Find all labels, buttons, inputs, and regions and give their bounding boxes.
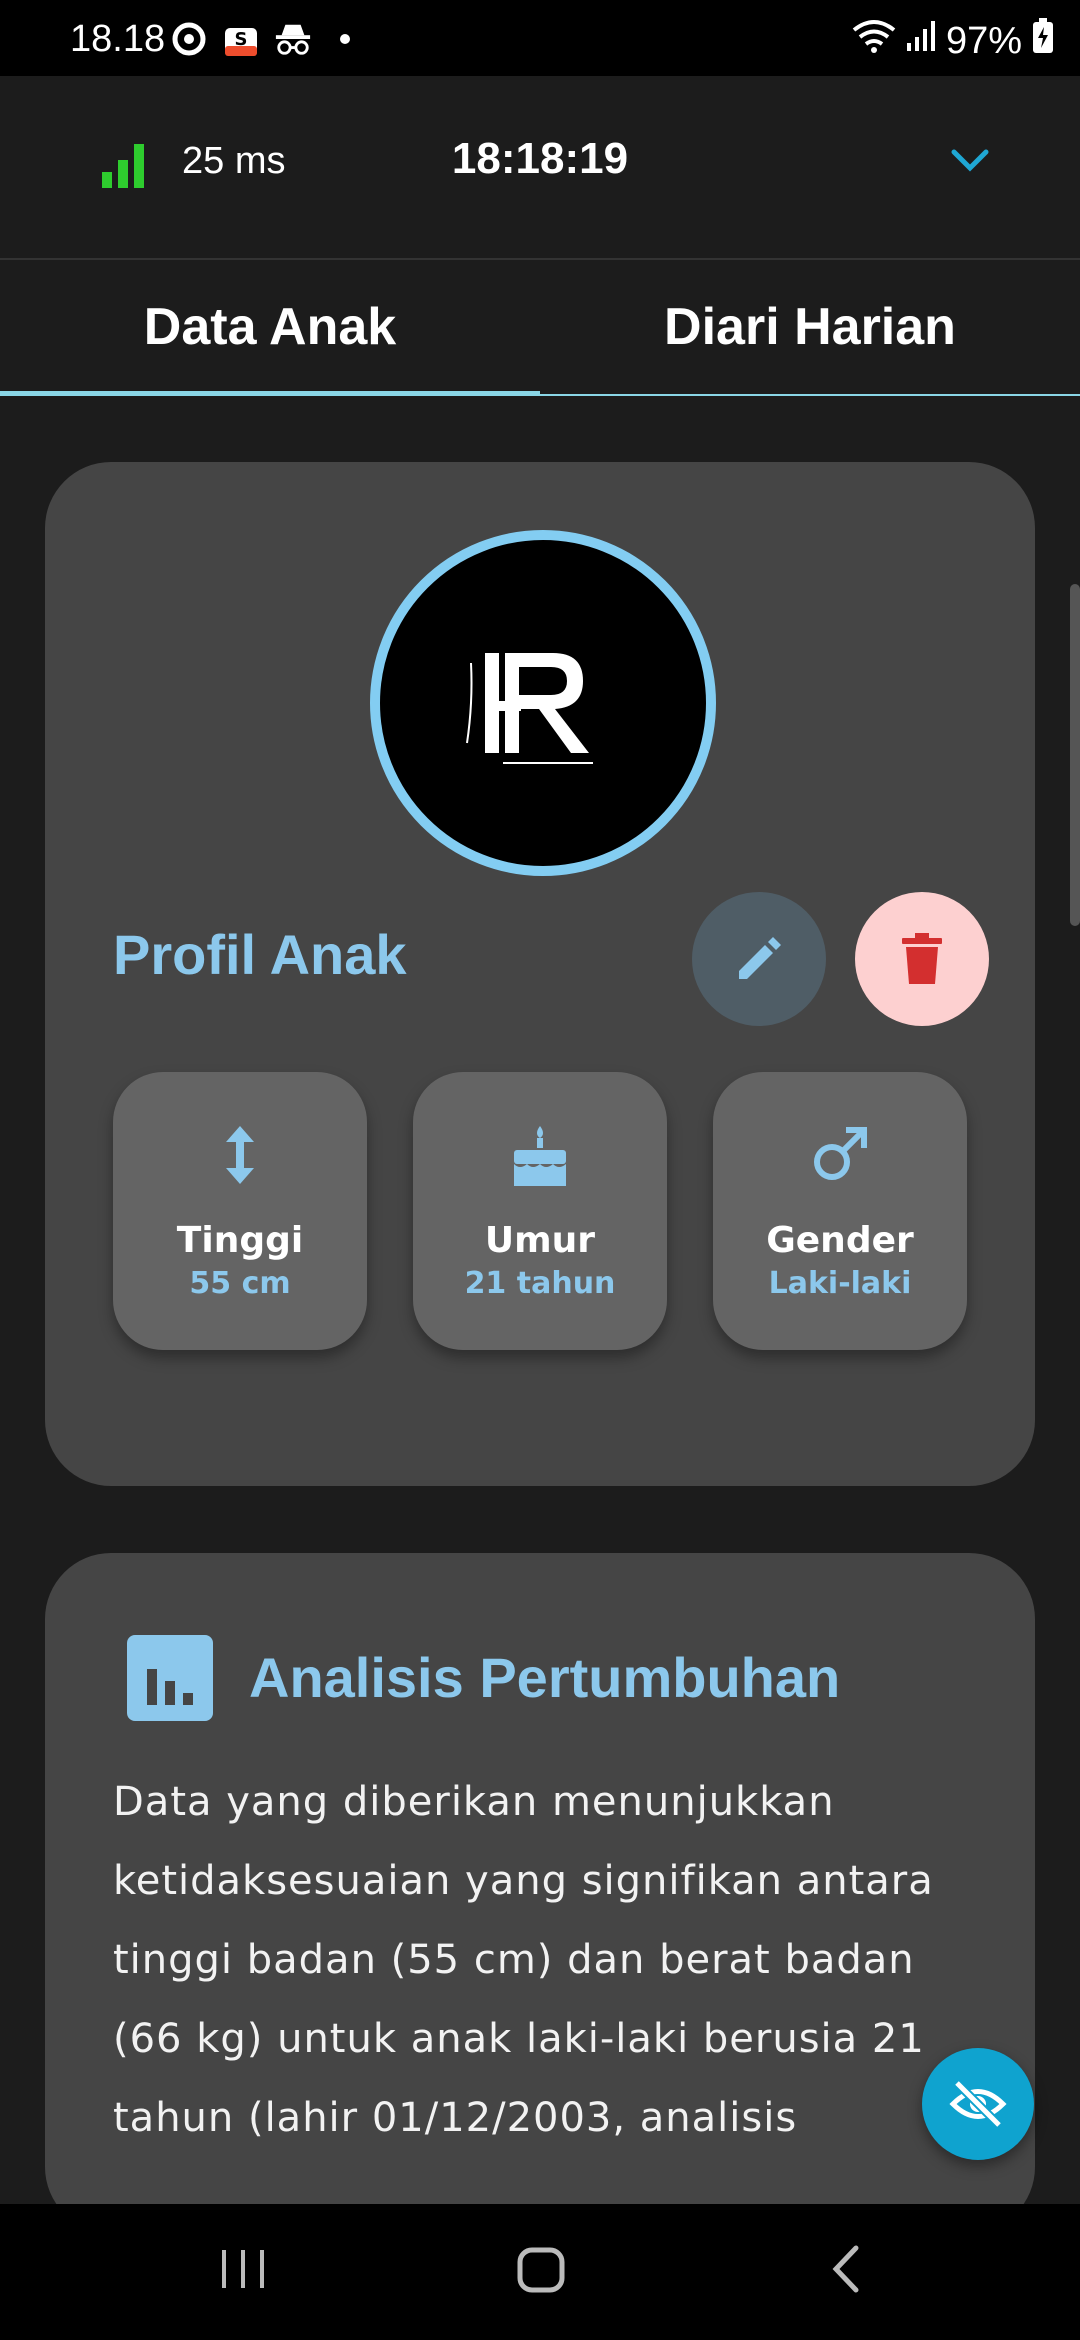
- hide-visibility-button[interactable]: [922, 2048, 1034, 2160]
- stat-value: Laki-laki: [768, 1266, 912, 1301]
- back-button[interactable]: [826, 2244, 866, 2298]
- trash-icon: [902, 933, 942, 984]
- location-target-icon: [170, 20, 208, 58]
- delete-button[interactable]: [855, 892, 989, 1026]
- tab-bar: Data Anak Diari Harian: [0, 260, 1080, 396]
- status-system-icons: 97%: [852, 18, 1054, 64]
- chevron-down-icon[interactable]: [950, 148, 990, 178]
- stat-age: Umur 21 tahun: [413, 1072, 667, 1350]
- status-time: 18.18: [70, 18, 166, 60]
- profile-card: Profil Anak Tinggi 55 cm Umur 21 tahun G…: [45, 462, 1035, 1486]
- stat-height: Tinggi 55 cm: [113, 1072, 367, 1350]
- top-bar: 25 ms 18:18:19: [0, 76, 1080, 260]
- pencil-icon: [739, 937, 781, 979]
- tab-data-anak[interactable]: Data Anak: [0, 260, 540, 396]
- analysis-text: Data yang diberikan menunjukkan ketidaks…: [113, 1779, 934, 2141]
- avatar: [370, 530, 716, 876]
- incognito-icon: [274, 20, 312, 58]
- shopee-icon: S: [222, 20, 260, 58]
- dot-icon: [326, 20, 364, 58]
- cake-icon: [413, 1124, 667, 1188]
- battery-icon: [1032, 18, 1054, 64]
- battery-level: 97%: [945, 19, 1022, 62]
- scrollbar[interactable]: [1070, 584, 1080, 926]
- bar-chart-icon: [127, 1635, 213, 1721]
- home-button[interactable]: [516, 2244, 566, 2298]
- wifi-icon: [852, 18, 896, 64]
- tab-diari-harian[interactable]: Diari Harian: [540, 260, 1080, 394]
- stat-label: Gender: [766, 1220, 914, 1261]
- profile-title: Profil Anak: [113, 923, 407, 986]
- edit-button[interactable]: [692, 892, 826, 1026]
- logo-image: [466, 653, 593, 764]
- analysis-title: Analisis Pertumbuhan: [249, 1646, 841, 1709]
- eye-off-icon: [949, 2079, 1007, 2129]
- height-arrows-icon: [113, 1124, 367, 1186]
- stat-value: 55 cm: [189, 1266, 291, 1301]
- stat-value: 21 tahun: [464, 1266, 616, 1301]
- male-icon: [713, 1124, 967, 1184]
- stat-label: Umur: [484, 1220, 596, 1261]
- signal-icon: [906, 19, 936, 63]
- system-nav-bar: [0, 2204, 1080, 2340]
- clock: 18:18:19: [451, 134, 629, 183]
- stat-label: Tinggi: [176, 1220, 304, 1261]
- status-bar: 18.18 S 97%: [0, 0, 1080, 76]
- status-notification-icons: S: [170, 20, 364, 58]
- svg-text:S: S: [235, 29, 248, 50]
- recent-apps-button[interactable]: [218, 2244, 268, 2298]
- stat-gender: Gender Laki-laki: [713, 1072, 967, 1350]
- analysis-card: Analisis Pertumbuhan Data yang diberikan…: [45, 1553, 1035, 2233]
